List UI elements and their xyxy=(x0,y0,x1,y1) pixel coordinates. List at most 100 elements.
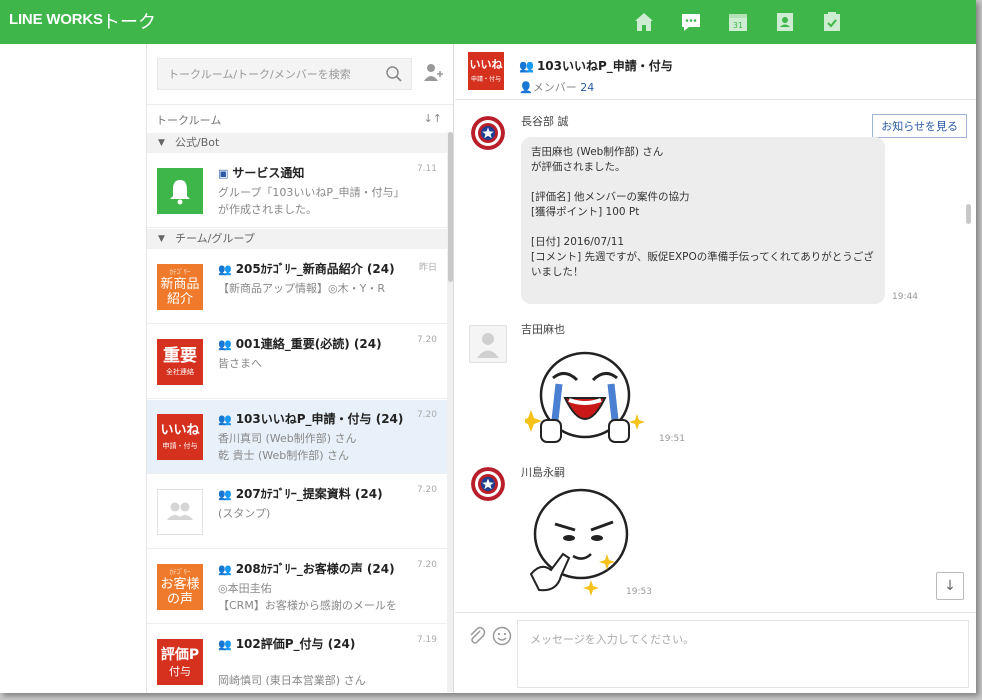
search-icon[interactable] xyxy=(385,65,403,83)
brand-logo[interactable]: LINE WORKS xyxy=(9,11,103,28)
message-time: 19:44 xyxy=(892,292,918,302)
bell-icon xyxy=(170,180,190,205)
bot-icon: ▣ xyxy=(218,167,229,180)
group-icon: 👥 xyxy=(218,413,232,426)
sender-name: 吉田麻也 xyxy=(521,323,565,336)
room-name: 👥 001連絡_重要(必読) (24) xyxy=(218,337,382,351)
room-time: 7.20 xyxy=(416,485,437,495)
room-name: 👥 205ｶﾃｺﾞﾘｰ_新商品紹介 (24) xyxy=(218,262,395,276)
scroll-to-bottom-button[interactable]: ↓ xyxy=(936,572,964,600)
message-composer xyxy=(455,612,976,693)
group-icon: 👥 xyxy=(218,263,232,276)
member-count-value: 24 xyxy=(580,81,595,94)
room-name: 👥 208ｶﾃｺﾞﾘｰ_お客様の声 (24) xyxy=(218,562,395,576)
captain-shield-avatar[interactable] xyxy=(471,116,505,150)
group-placeholder-icon xyxy=(167,502,193,520)
section-official[interactable]: ▼ 公式/Bot xyxy=(147,133,447,153)
room-avatar xyxy=(157,489,203,535)
chat-header: いいね 申請・付与 👥 103いいねP_申請・付与 👤メンバー 24 xyxy=(455,44,976,100)
add-member-icon[interactable] xyxy=(423,62,443,82)
room-name: 👥 207ｶﾃｺﾞﾘｰ_提案資料 (24) xyxy=(218,487,383,501)
svg-text:31: 31 xyxy=(733,21,743,30)
room-avatar: ｶﾃｺﾞﾘｰ お客様の声 xyxy=(157,564,203,610)
chat-scrollbar-thumb[interactable] xyxy=(966,204,971,224)
message-time: 19:51 xyxy=(659,434,685,444)
task-icon[interactable] xyxy=(820,10,844,34)
message-bubble: 吉田麻也 (Web制作部) さん が評価されました。 [評価名] 他メンバーの案… xyxy=(521,137,885,304)
view-notice-button[interactable]: お知らせを見る xyxy=(872,114,967,138)
room-name: ▣ サービス通知 xyxy=(218,166,305,180)
person-placeholder-icon xyxy=(477,333,499,358)
group-icon: 👥 xyxy=(218,638,232,651)
emoji-icon[interactable] xyxy=(492,626,512,646)
chevron-down-icon: ▼ xyxy=(158,138,165,148)
room-avatar: 評価P 付与 xyxy=(157,639,203,685)
top-bar: LINE WORKS トーク 31 xyxy=(0,0,976,44)
search-box xyxy=(157,58,412,90)
room-avatar: いいね 申請・付与 xyxy=(157,414,203,460)
chat-room-title: 👥 103いいねP_申請・付与 xyxy=(519,59,673,73)
talk-room-item[interactable]: ｶﾃｺﾞﾘｰ お客様の声 👥 208ｶﾃｺﾞﾘｰ_お客様の声 (24) ◎本田圭佑… xyxy=(147,550,447,624)
room-last-message: 香川真司 (Web制作部) さん 乾 貴士 (Web制作部) さん xyxy=(218,432,357,462)
message-time: 19:53 xyxy=(626,587,652,597)
room-name: 👥 103いいねP_申請・付与 (24) xyxy=(218,412,404,426)
talk-room-item[interactable]: 評価P 付与 👥 102評価P_付与 (24) 岡崎慎司 (東日本営業部) さん … xyxy=(147,625,447,693)
list-scrollbar[interactable] xyxy=(447,132,453,692)
talk-room-item[interactable]: ｶﾃｺﾞﾘｰ 新商品紹介 👥 205ｶﾃｺﾞﾘｰ_新商品紹介 (24) 【新商品ア… xyxy=(147,250,447,324)
room-time: 7.19 xyxy=(416,635,437,645)
default-user-avatar[interactable] xyxy=(469,325,507,363)
group-icon: 👥 xyxy=(218,488,232,501)
talk-list-pane: トークルーム ↓↑ ▼ 公式/Bot ▣サービス通知 グループ「103いいねP_… xyxy=(147,44,454,693)
talk-room-item[interactable]: 重要 全社連絡 👥 001連絡_重要(必読) (24) 皆さまへ 7.20 xyxy=(147,325,447,399)
talk-list-title: トークルーム xyxy=(156,114,222,127)
app-window: LINE WORKS トーク 31 トークルーム/トーク/メンバーを検索 トーク… xyxy=(0,0,976,693)
calendar-icon[interactable]: 31 xyxy=(726,10,750,34)
room-last-message: 【新商品アップ情報】◎木・Y・R xyxy=(218,282,385,295)
room-last-message: (スタンプ) xyxy=(218,507,271,520)
section-team-group[interactable]: ▼ チーム/グループ xyxy=(147,229,447,249)
room-avatar: いいね 申請・付与 xyxy=(468,52,504,90)
member-count[interactable]: 👤メンバー 24 xyxy=(519,79,594,95)
room-avatar xyxy=(157,168,203,214)
room-avatar: 重要 全社連絡 xyxy=(157,339,203,385)
chevron-down-icon: ▼ xyxy=(158,234,165,244)
room-avatar: ｶﾃｺﾞﾘｰ 新商品紹介 xyxy=(157,264,203,310)
smug-face-sticker xyxy=(529,488,629,596)
crying-face-sticker xyxy=(525,351,645,443)
room-last-message: ◎本田圭佑 【CRM】お客様から感謝のメールを xyxy=(218,582,397,612)
room-last-message: 岡崎慎司 (東日本営業部) さん xyxy=(218,674,366,687)
member-icon: 👤 xyxy=(519,81,533,94)
captain-shield-avatar[interactable] xyxy=(471,467,505,501)
message-text: 吉田麻也 (Web制作部) さん が評価されました。 [評価名] 他メンバーの案… xyxy=(531,146,874,278)
room-time: 7.20 xyxy=(416,410,437,420)
room-time: 7.20 xyxy=(416,560,437,570)
contacts-icon[interactable] xyxy=(773,10,797,34)
message-input[interactable] xyxy=(517,620,969,688)
talk-icon[interactable] xyxy=(679,10,703,34)
room-name: 👥 102評価P_付与 (24) xyxy=(218,637,356,651)
room-last-message: 皆さまへ xyxy=(218,357,262,370)
room-time: 昨日 xyxy=(418,263,437,273)
sender-name: 川島永嗣 xyxy=(521,466,565,479)
chat-pane: いいね 申請・付与 👥 103いいねP_申請・付与 👤メンバー 24 お知らせを見… xyxy=(455,44,976,693)
room-time: 7.20 xyxy=(416,335,437,345)
talk-room-item[interactable]: ▣ サービス通知 グループ「103いいねP_申請・付与」が作成されました。 7.1… xyxy=(147,154,447,228)
talk-list-header: トークルーム ↓↑ xyxy=(147,104,453,132)
page-title: トーク xyxy=(102,12,156,33)
talk-room-item[interactable]: 👥 207ｶﾃｺﾞﾘｰ_提案資料 (24) (スタンプ) 7.20 xyxy=(147,475,447,549)
sender-name: 長谷部 誠 xyxy=(521,115,569,128)
search-input[interactable] xyxy=(158,59,373,89)
group-icon: 👥 xyxy=(218,563,232,576)
list-scrollbar-thumb[interactable] xyxy=(448,132,453,282)
left-margin xyxy=(0,44,147,693)
talk-room-item-selected[interactable]: いいね 申請・付与 👥 103いいねP_申請・付与 (24) 香川真司 (Web制… xyxy=(147,400,447,474)
room-last-message: グループ「103いいねP_申請・付与」が作成されました。 xyxy=(218,186,405,216)
group-icon: 👥 xyxy=(218,338,232,351)
sort-icon[interactable]: ↓↑ xyxy=(424,112,442,125)
section-label: 公式/Bot xyxy=(175,136,220,149)
room-time: 7.11 xyxy=(416,164,437,174)
paperclip-icon[interactable] xyxy=(467,626,487,646)
section-label: チーム/グループ xyxy=(175,232,255,245)
group-icon: 👥 xyxy=(519,59,534,73)
home-icon[interactable] xyxy=(632,10,656,34)
